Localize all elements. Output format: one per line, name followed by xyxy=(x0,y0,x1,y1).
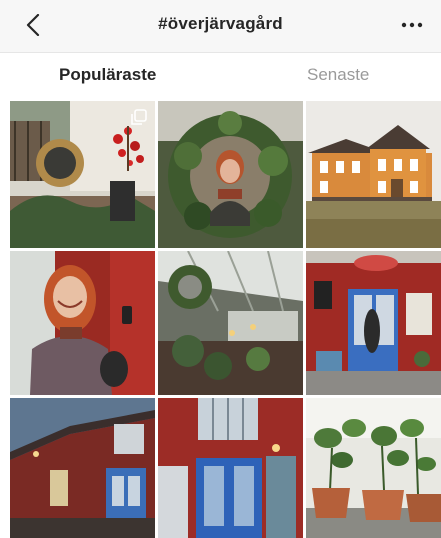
post-image xyxy=(306,251,441,395)
grid-post-5[interactable] xyxy=(158,251,303,395)
more-options-button[interactable] xyxy=(397,12,427,38)
grid-post-8[interactable] xyxy=(158,398,303,538)
post-image xyxy=(10,251,155,395)
grid-post-6[interactable] xyxy=(306,251,441,395)
post-image xyxy=(306,398,441,538)
page-title: #överjärvagård xyxy=(158,14,283,33)
tab-recent[interactable]: Senaste xyxy=(307,65,369,85)
grid-post-3[interactable] xyxy=(306,101,441,248)
grid-post-9[interactable] xyxy=(306,398,441,538)
post-image xyxy=(158,101,303,248)
more-horizontal-icon xyxy=(401,22,423,28)
post-image xyxy=(10,398,155,538)
tab-popular[interactable]: Populäraste xyxy=(59,65,156,85)
grid-post-7[interactable] xyxy=(10,398,155,538)
grid-post-1[interactable] xyxy=(10,101,155,248)
post-image xyxy=(158,251,303,395)
post-image xyxy=(306,101,441,248)
post-grid xyxy=(10,101,441,538)
feed-tabs: Populäraste Senaste xyxy=(0,53,441,97)
multiple-photos-icon xyxy=(131,109,147,125)
top-bar: #överjärvagård xyxy=(0,0,441,53)
grid-post-4[interactable] xyxy=(10,251,155,395)
post-image xyxy=(158,398,303,538)
grid-post-2[interactable] xyxy=(158,101,303,248)
